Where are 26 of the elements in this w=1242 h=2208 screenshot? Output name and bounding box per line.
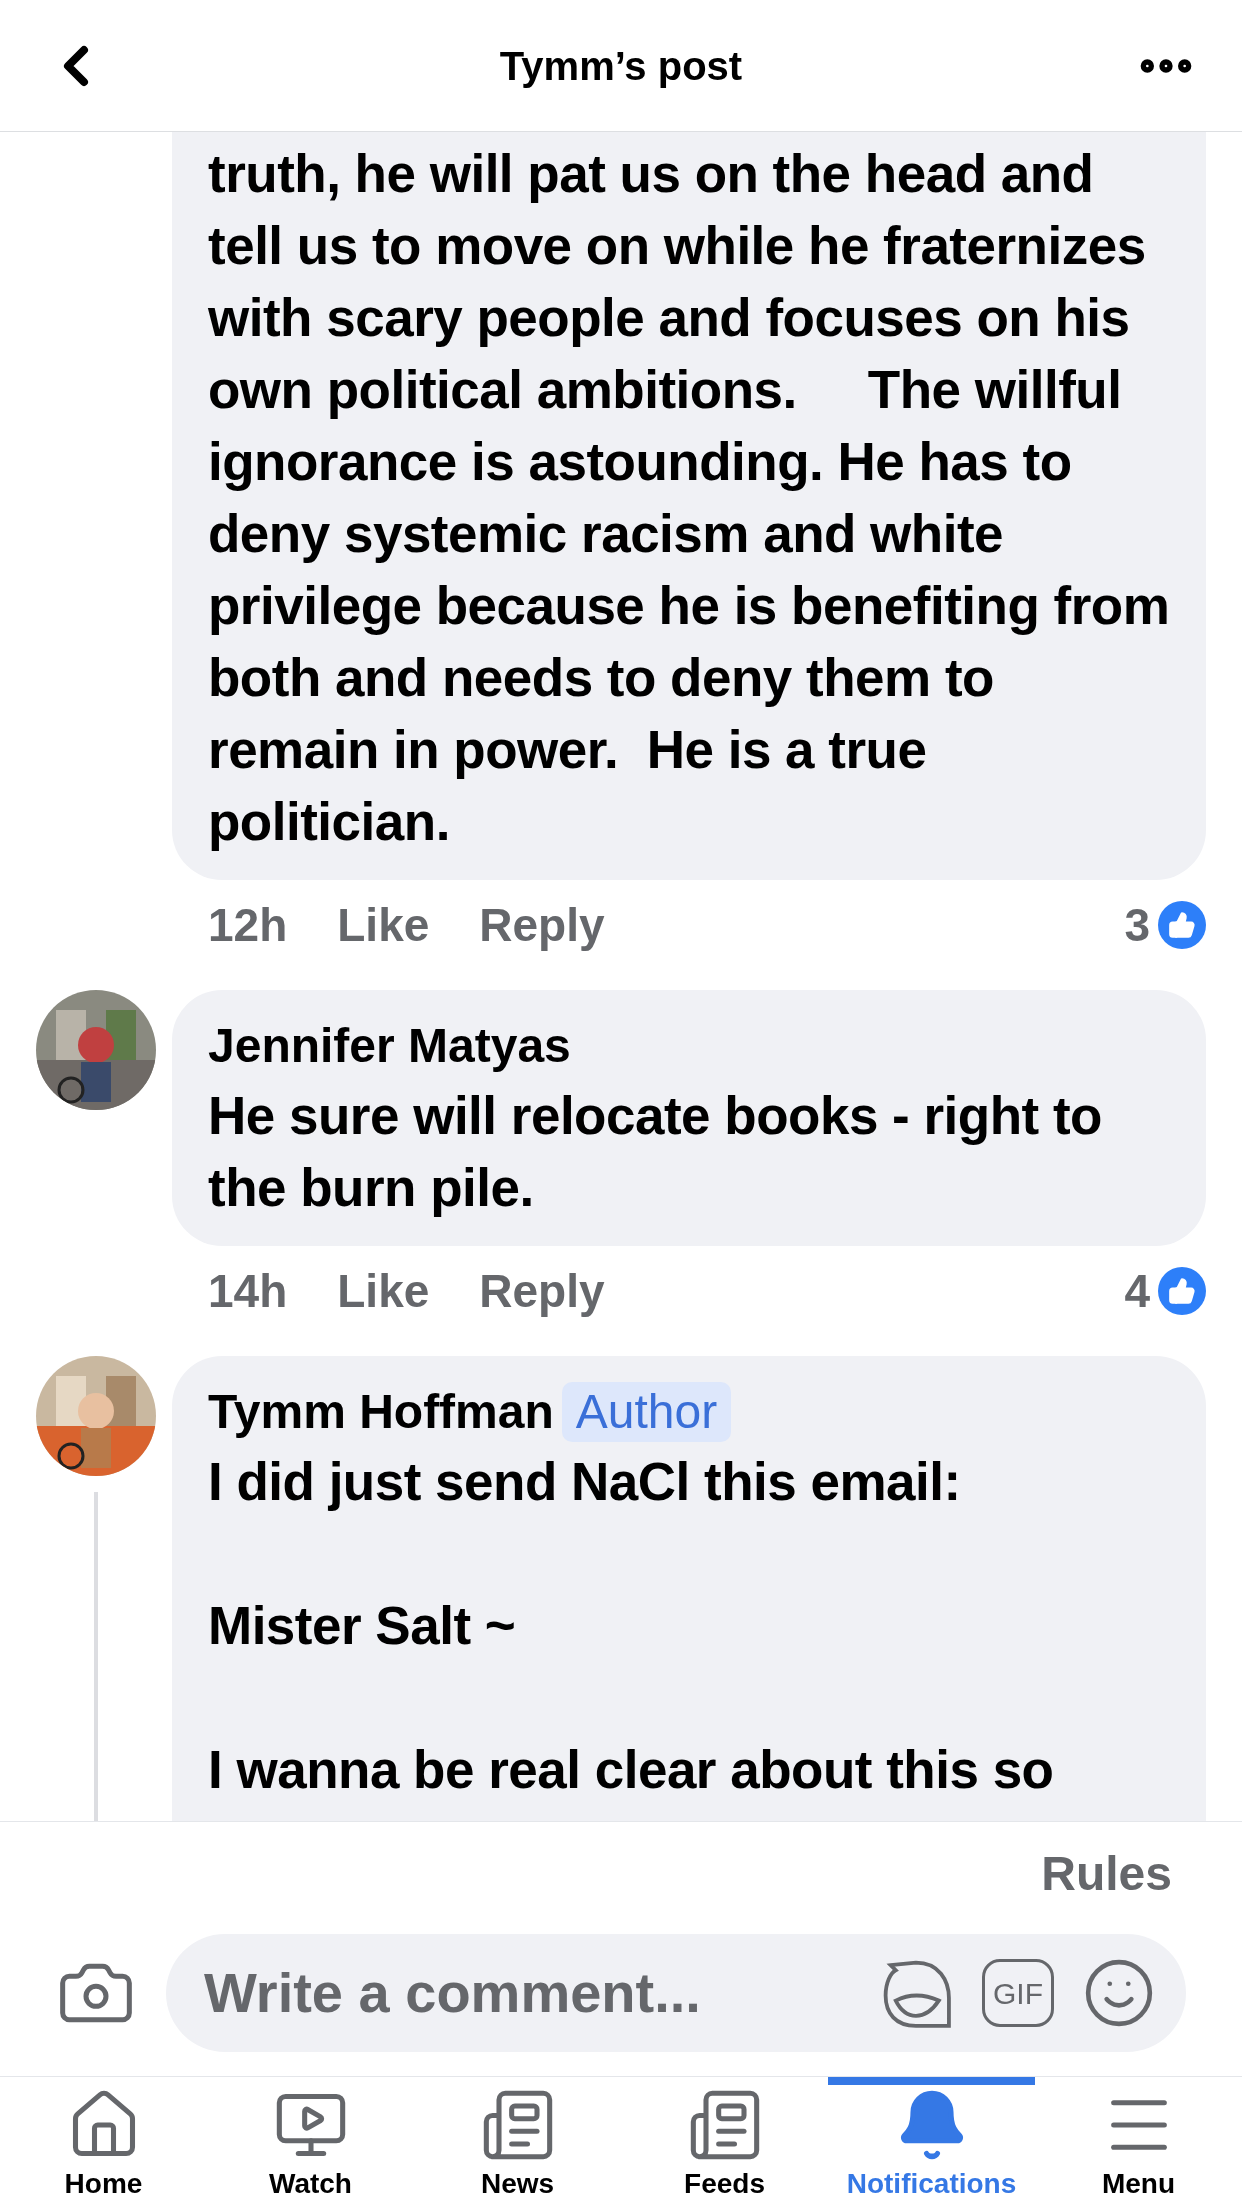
author-label: Author bbox=[561, 1382, 732, 1442]
comment-time: 12h bbox=[208, 897, 288, 953]
nav-tab[interactable]: News bbox=[414, 2077, 621, 2208]
like-count: 3 bbox=[1124, 897, 1150, 953]
rules-link[interactable]: Rules bbox=[1041, 1838, 1172, 1910]
like-icon bbox=[1158, 1267, 1206, 1315]
nav-tab[interactable]: Notifications bbox=[828, 2077, 1035, 2208]
comment-text: truth, he will pat us on the head and tell us to move on while he fraternizes with scary people and focuses on his own political ambitions. The willful ignorance is astounding. He has to deny systemic racism and white privilege because he is benefiting from both and needs to deny them to remain in power. He is a true politician. bbox=[208, 143, 1170, 853]
nav-tab[interactable]: Menu bbox=[1035, 2077, 1242, 2208]
nav-tab[interactable]: Watch bbox=[207, 2077, 414, 2208]
like-icon bbox=[1158, 901, 1206, 949]
gif-button[interactable]: GIF bbox=[982, 1959, 1054, 2027]
comment-time: 14h bbox=[208, 1263, 288, 1319]
like-link[interactable]: Like bbox=[337, 890, 430, 960]
like-count: 4 bbox=[1124, 1263, 1150, 1319]
nav-tab[interactable]: Home bbox=[0, 2077, 207, 2208]
comment-field[interactable]: Write a comment... GIF bbox=[166, 1934, 1186, 2052]
commenter-name[interactable]: Jennifer Matyas bbox=[208, 1014, 571, 1078]
like-link[interactable]: Like bbox=[337, 1256, 430, 1326]
comment-text: I did just send NaCl this email: Mister Salt ~ I wanna be real clear about this so bbox=[208, 1451, 1055, 1801]
page-title: Tymm’s post bbox=[499, 43, 743, 88]
reply-link[interactable]: Reply bbox=[479, 890, 605, 960]
commenter-name[interactable]: Tymm Hoffman bbox=[208, 1380, 554, 1444]
comment-text: He sure will relocate books - right to the burn pile. bbox=[208, 1085, 1103, 1219]
reply-link[interactable]: Reply bbox=[479, 1256, 605, 1326]
nav-tab[interactable]: Feeds bbox=[621, 2077, 828, 2208]
